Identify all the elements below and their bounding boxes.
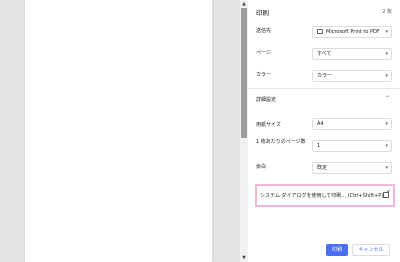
paper-size-label: 用紙サイズ bbox=[256, 122, 281, 128]
print-preview-area bbox=[0, 0, 240, 262]
chevron-down-icon: ▾ bbox=[385, 51, 388, 57]
margins-label: 余白 bbox=[256, 164, 267, 170]
chevron-down-icon: ▾ bbox=[385, 121, 388, 127]
color-label: カラー bbox=[256, 72, 272, 78]
chevron-down-icon: ▾ bbox=[385, 165, 388, 171]
scroll-down-arrow-icon[interactable]: ▼ bbox=[240, 254, 248, 262]
system-dialog-text: システム ダイアログを使用して印刷... (Ctrl+Shift+P) bbox=[260, 193, 384, 199]
chevron-down-icon: ▾ bbox=[385, 29, 388, 35]
color-value: カラー bbox=[317, 73, 333, 79]
pages-select[interactable]: すべて ▾ bbox=[312, 48, 392, 60]
print-button[interactable]: 印刷 bbox=[326, 244, 348, 256]
pages-label: ページ bbox=[256, 50, 271, 56]
chevron-up-icon[interactable]: ⌃ bbox=[385, 95, 390, 102]
pages-per-sheet-value: 1 bbox=[317, 143, 321, 149]
dialog-title: 印刷 bbox=[256, 9, 269, 17]
preview-page bbox=[25, 0, 212, 262]
system-dialog-link[interactable]: システム ダイアログを使用して印刷... (Ctrl+Shift+P) bbox=[255, 184, 395, 207]
margins-value: 既定 bbox=[317, 165, 328, 171]
pages-per-sheet-label: 1 枚あたりのページ数 bbox=[256, 139, 306, 145]
print-settings-panel: 印刷 2 枚 送信先 Microsoft Print to PDF ▾ ページ … bbox=[248, 0, 400, 262]
margins-select[interactable]: 既定 ▾ bbox=[312, 162, 392, 174]
printer-icon bbox=[317, 29, 323, 34]
destination-value: Microsoft Print to PDF bbox=[326, 29, 380, 35]
paper-size-select[interactable]: A4 ▾ bbox=[312, 118, 392, 130]
cancel-button[interactable]: キャンセル bbox=[352, 244, 390, 256]
scrollbar-thumb[interactable] bbox=[241, 8, 247, 138]
chevron-down-icon: ▾ bbox=[385, 143, 388, 149]
divider bbox=[248, 88, 400, 89]
destination-select[interactable]: Microsoft Print to PDF ▾ bbox=[312, 26, 392, 38]
sheet-count: 2 枚 bbox=[382, 9, 392, 15]
scroll-up-arrow-icon[interactable]: ▲ bbox=[240, 0, 248, 8]
pages-value: すべて bbox=[317, 51, 332, 57]
paper-size-value: A4 bbox=[317, 121, 324, 127]
open-external-icon bbox=[383, 192, 389, 198]
preview-scrollbar[interactable]: ▲ ▼ bbox=[240, 0, 248, 262]
pages-per-sheet-select[interactable]: 1 ▾ bbox=[312, 140, 392, 152]
destination-label: 送信先 bbox=[256, 28, 272, 34]
advanced-settings-toggle[interactable]: 詳細設定 bbox=[256, 96, 276, 103]
color-select[interactable]: カラー ▾ bbox=[312, 70, 392, 82]
chevron-down-icon: ▾ bbox=[385, 73, 388, 79]
